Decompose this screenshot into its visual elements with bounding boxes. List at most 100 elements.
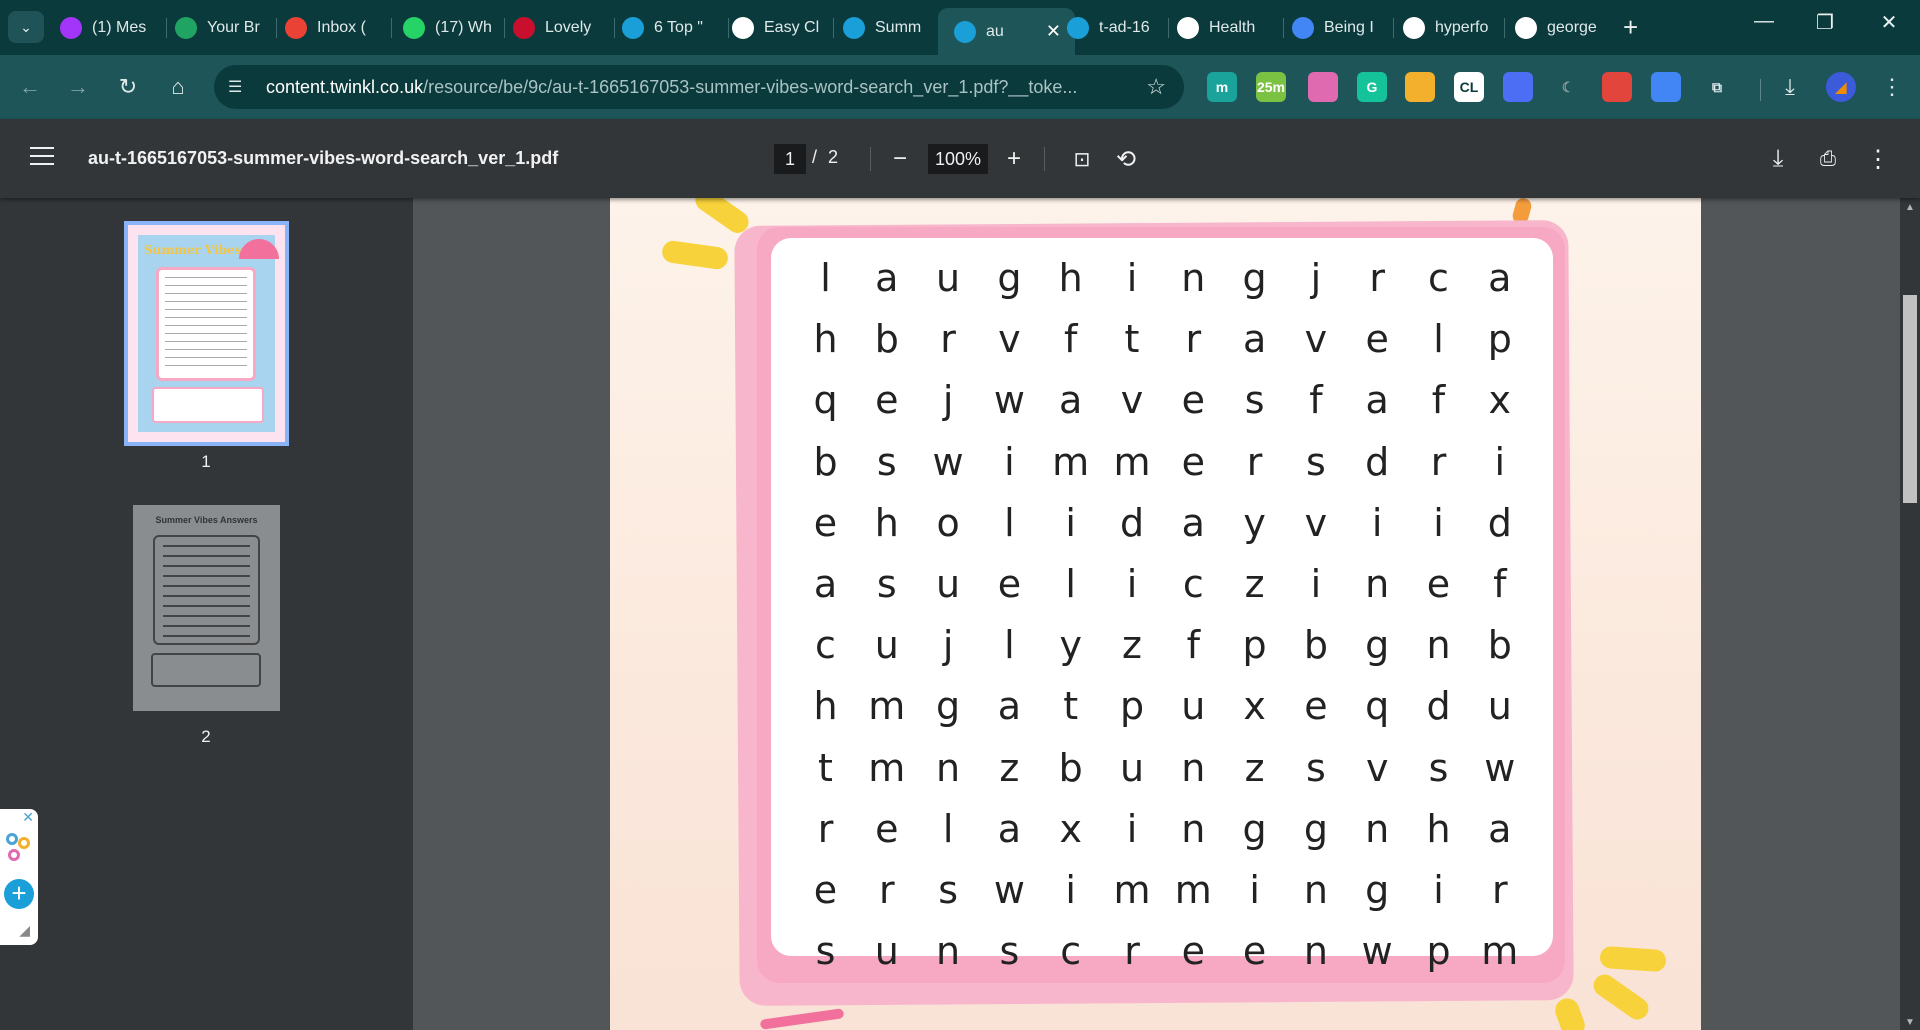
fit-to-page-button[interactable]: ⊡ [1066,143,1098,175]
grid-letter: i [1126,256,1138,300]
page-number-input[interactable]: 1 [774,144,806,174]
pdf-download-button[interactable]: ⤓ [1762,143,1794,175]
m-extension-icon[interactable]: m [1207,72,1237,102]
zoom-in-button[interactable]: + [998,143,1030,175]
tab-search-button[interactable]: ⌄ [8,11,44,43]
grid-letter: h [813,684,838,729]
tab-12[interactable]: Being I [1292,8,1387,48]
bookmark-star-icon[interactable]: ☆ [1146,74,1166,100]
grid-letter: d [1119,500,1145,545]
pdf-more-actions-button[interactable]: ⋮ [1862,143,1894,175]
grid-letter: l [1004,623,1015,668]
tab-4[interactable]: (17) Wh [403,8,498,48]
translate-icon[interactable] [1651,72,1681,102]
grid-letter: r [1246,439,1263,484]
grammarly-icon[interactable]: G [1357,72,1387,102]
paint-extension-icon[interactable] [1308,72,1338,102]
grid-letter: b [1487,623,1512,668]
grid-letter: u [874,623,899,668]
scrollbar-thumb[interactable] [1903,295,1917,503]
grid-letter: i [1126,562,1138,606]
grid-letter: n [1365,806,1390,851]
sparkle-extension-icon[interactable] [1503,72,1533,102]
scroll-up-icon[interactable]: ▲ [1905,202,1915,213]
grid-letter: t [1063,684,1079,729]
grid-letter: y [1243,500,1266,545]
downloads-button[interactable]: ⤓ [1774,71,1806,103]
tab-8[interactable]: Summ [843,8,938,48]
scroll-down-icon[interactable]: ▼ [1905,1017,1915,1028]
browser-menu-button[interactable]: ⋮ [1876,71,1908,103]
timer-extension-icon[interactable]: 25m [1256,72,1286,102]
site-info-icon[interactable]: ☰ [228,77,252,97]
tab-2[interactable]: Your Br [175,8,270,48]
photos-extension-icon[interactable] [1405,72,1435,102]
tab-title: Being I [1324,19,1374,36]
zoom-level-input[interactable]: 100% [928,144,988,174]
grid-letter: l [1004,500,1015,545]
url-text[interactable]: content.twinkl.co.uk/resource/be/9c/au-t… [266,77,1126,98]
tab-6[interactable]: 6 Top " [622,8,722,48]
pdf-viewport[interactable]: laughingjrcahbrvftravelpqejwavesfafxbswi… [413,198,1900,1030]
vertical-scrollbar[interactable]: ▲ ▼ [1900,198,1920,1030]
grid-letter: l [1433,317,1444,362]
grid-letter: n [1303,929,1328,974]
back-button[interactable]: ← [14,71,46,103]
thumbnail-sidebar: Summer Vibes 1 Summer Vibes Answers 2 [0,198,413,1030]
close-icon[interactable]: ✕ [22,809,34,826]
twinkl-icon [954,20,976,43]
rotate-button[interactable]: ⟲ [1110,143,1142,175]
grid-letter: w [1361,929,1393,974]
cl-extension-icon[interactable]: CL [1454,72,1484,102]
print-button[interactable]: ⎙ [1812,143,1844,175]
tab-14[interactable]: george [1515,8,1610,48]
thumbnail-label-1: 1 [201,452,211,471]
minimize-button[interactable]: — [1741,10,1787,33]
close-window-button[interactable]: ✕ [1866,10,1912,35]
profile-avatar[interactable]: ◢ [1826,72,1856,102]
sidebar-toggle-menu-icon[interactable] [30,147,54,167]
pdf-toolbar-divider [1044,147,1045,171]
forward-button[interactable]: → [62,71,94,103]
resize-grip-icon[interactable]: ◢ [19,922,30,939]
tab-3[interactable]: Inbox ( [285,8,385,48]
tab-7[interactable]: Easy Cl [732,8,827,48]
grid-letter: m [1052,439,1090,484]
grid-letter: n [1181,806,1206,851]
grid-letter: n [1181,745,1206,790]
grid-letter: x [1059,806,1082,851]
grid-letter: j [1310,256,1322,300]
tab-1[interactable]: (1) Mes [60,8,160,48]
page-thumbnail-1[interactable]: Summer Vibes [124,221,289,446]
tab-11[interactable]: Health [1177,8,1277,48]
tab-10[interactable]: t-ad-16 [1067,8,1162,48]
grid-letter: r [1369,256,1385,300]
home-icon: ⌂ [171,74,185,99]
grid-letter: g [1365,623,1390,668]
tab-divider [166,18,167,38]
extensions-puzzle-icon[interactable]: ⧉ [1702,72,1732,102]
pdf-extension-icon[interactable] [1602,72,1632,102]
chevron-down-icon: ⌄ [20,18,32,35]
tab-13[interactable]: hyperfo [1403,8,1498,48]
reload-button[interactable]: ↻ [112,71,144,103]
address-bar[interactable]: ☰ content.twinkl.co.uk/resource/be/9c/au… [214,65,1184,109]
grid-letter: x [1243,684,1266,729]
grid-letter: v [998,317,1021,362]
add-button[interactable]: + [4,879,34,909]
grid-letter: j [942,378,954,423]
new-tab-button[interactable]: + [1623,12,1638,42]
zoom-out-button[interactable]: − [884,143,916,175]
page-thumbnail-2[interactable]: Summer Vibes Answers [133,505,280,711]
grid-letter: f [1493,562,1507,606]
restore-button[interactable]: ❐ [1802,10,1848,35]
grid-letter: g [1242,256,1267,300]
grid-letter: s [1305,439,1326,484]
close-tab-icon[interactable]: ✕ [1046,21,1061,42]
dark-mode-icon[interactable]: ☾ [1553,72,1583,102]
home-button[interactable]: ⌂ [162,71,194,103]
tab-5[interactable]: Lovely [513,8,608,48]
url-host: content.twinkl.co.uk [266,76,424,97]
grid-letter: u [874,929,899,974]
tab-9[interactable]: au ✕ [938,8,1075,55]
